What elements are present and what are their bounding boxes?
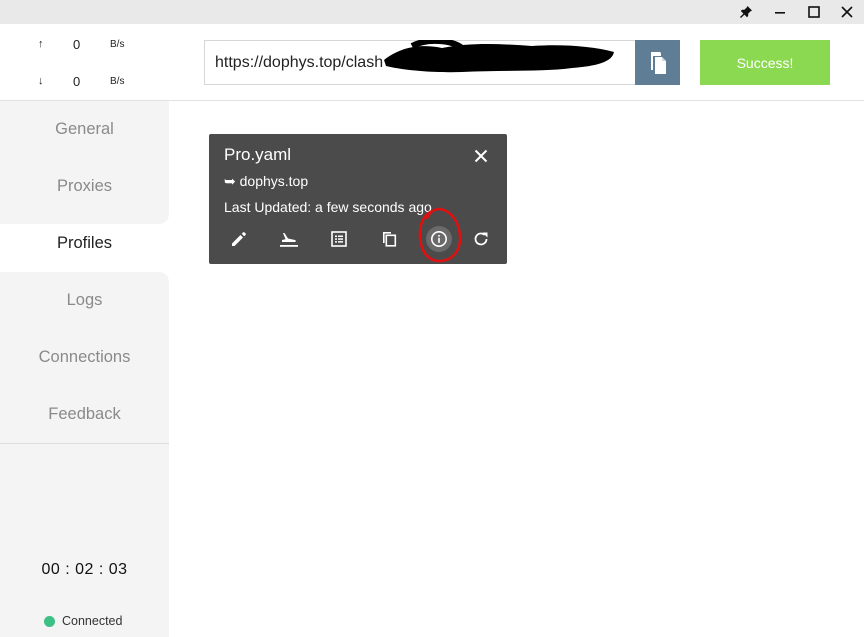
sidebar-item-profiles[interactable]: Profiles [0, 215, 169, 272]
status-label: Connected [62, 614, 123, 628]
download-speed: ↓ 0 B/s [0, 73, 169, 93]
sidebar-item-proxies[interactable]: Proxies [0, 158, 169, 215]
maximize-icon[interactable] [797, 0, 831, 24]
sidebar-item-logs[interactable]: Logs [0, 272, 169, 329]
upload-unit: B/s [110, 39, 125, 50]
sidebar: ↑ 0 B/s ↓ 0 B/s General Proxies Profiles… [0, 24, 169, 637]
list-icon[interactable] [326, 226, 352, 252]
card-close-icon[interactable] [471, 146, 491, 166]
profile-updated: Last Updated: a few seconds ago [224, 199, 432, 215]
minimize-icon[interactable] [763, 0, 797, 24]
download-success-button[interactable]: Success! [700, 40, 830, 85]
download-unit: B/s [110, 76, 125, 87]
redaction-scribble [384, 40, 614, 73]
profile-host[interactable]: ➥ dophys.top [224, 173, 308, 190]
connection-status: Connected [44, 613, 122, 629]
refresh-icon[interactable] [468, 226, 494, 252]
title-bar [0, 0, 864, 24]
sidebar-item-general[interactable]: General [0, 101, 169, 158]
copy-icon [650, 51, 666, 74]
info-icon[interactable] [426, 226, 452, 252]
uptime-timer: 00 : 02 : 03 [41, 561, 128, 578]
download-arrow-icon: ↓ [38, 75, 44, 87]
flight-land-icon[interactable] [276, 226, 302, 252]
profile-card[interactable]: Pro.yaml ➥ dophys.top Last Updated: a fe… [209, 134, 507, 264]
header-divider [169, 100, 864, 101]
upload-speed: ↑ 0 B/s [0, 36, 169, 56]
traffic-panel: ↑ 0 B/s ↓ 0 B/s [0, 24, 169, 100]
download-value: 0 [73, 74, 81, 89]
duplicate-icon[interactable] [376, 226, 402, 252]
upload-value: 0 [73, 37, 81, 52]
divider [0, 443, 169, 444]
upload-arrow-icon: ↑ [38, 38, 44, 50]
profile-name: Pro.yaml [224, 145, 292, 164]
sidebar-item-feedback[interactable]: Feedback [0, 386, 169, 443]
edit-icon[interactable] [226, 226, 252, 252]
status-dot-icon [44, 615, 55, 627]
close-icon[interactable] [830, 0, 864, 24]
pin-icon[interactable] [729, 0, 763, 24]
copy-button[interactable] [635, 40, 680, 85]
sidebar-item-connections[interactable]: Connections [0, 329, 169, 386]
